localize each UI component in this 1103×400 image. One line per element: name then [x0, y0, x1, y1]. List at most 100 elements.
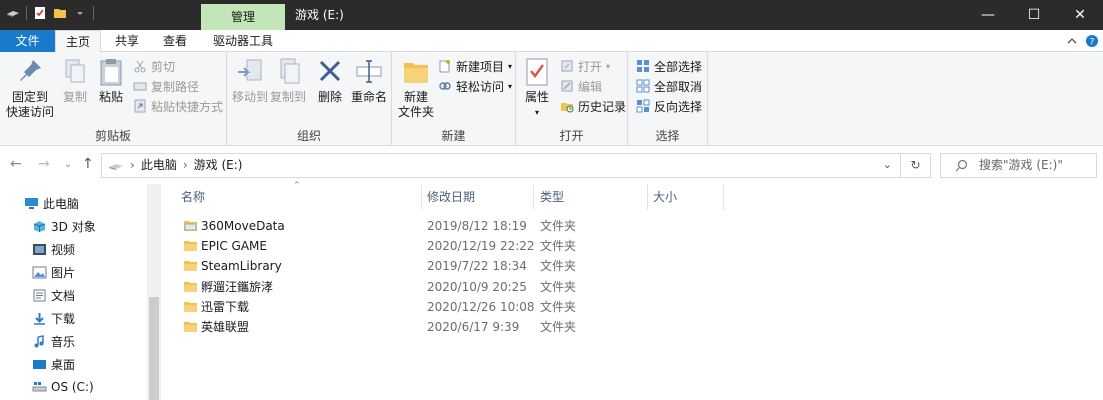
copy-path-button[interactable]: 复制路径 — [133, 76, 199, 96]
properties-icon[interactable] — [33, 6, 47, 20]
copy-icon — [65, 59, 85, 83]
nav-item-documents[interactable]: 文档 — [32, 284, 75, 306]
easy-access-icon — [439, 82, 451, 90]
scrollbar-thumb[interactable] — [149, 297, 159, 400]
tab-file[interactable]: 文件 — [0, 30, 55, 52]
table-row[interactable]: 360MoveData 2019/8/12 18:19 文件夹 — [161, 216, 1103, 236]
file-name: 英雄联盟 — [201, 320, 250, 334]
navigation-pane: 此电脑 3D 对象 视频 图片 文档 下载 音乐 桌面 OS (C:) — [0, 184, 161, 400]
nav-item-music[interactable]: 音乐 — [32, 330, 75, 352]
open-group-label: 打开 — [559, 129, 584, 143]
column-header-date[interactable]: 修改日期 — [427, 188, 475, 210]
column-divider[interactable] — [533, 184, 534, 210]
file-date: 2020/12/19 22:22 — [427, 239, 535, 253]
pin-label-2: 快速访问 — [6, 105, 55, 119]
breadcrumb-drive[interactable]: 游戏 (E:) — [194, 154, 243, 177]
edit-icon — [561, 80, 573, 92]
nav-pane-scrollbar[interactable] — [147, 184, 161, 400]
nav-item-os-c[interactable]: OS (C:) — [32, 376, 94, 398]
tab-drive-tools[interactable]: 驱动器工具 — [203, 30, 283, 52]
paste-shortcut-button[interactable]: 粘贴快捷方式 — [133, 96, 223, 116]
address-bar[interactable]: › 此电脑 › 游戏 (E:) ⌄ — [101, 153, 901, 178]
column-header-type[interactable]: 类型 — [540, 188, 564, 210]
help-icon[interactable]: ? — [1085, 34, 1099, 48]
maximize-button[interactable]: ☐ — [1011, 0, 1057, 30]
edit-button[interactable]: 编辑 — [560, 76, 602, 96]
move-to-button[interactable]: 移动到 — [231, 56, 269, 105]
folder-icon — [184, 261, 197, 271]
file-date: 2020/10/9 20:25 — [427, 280, 527, 294]
column-header-size[interactable]: 大小 — [653, 188, 677, 210]
nav-item-pictures[interactable]: 图片 — [32, 261, 75, 283]
new-item-button[interactable]: 新建项目 ▾ — [438, 56, 512, 76]
table-row[interactable]: EPIC GAME 2020/12/19 22:22 文件夹 — [161, 236, 1103, 256]
context-tab-manage[interactable]: 管理 — [201, 4, 285, 30]
nav-item-downloads[interactable]: 下载 — [32, 307, 75, 329]
paste-button[interactable]: 粘贴 — [94, 56, 128, 105]
select-all-button[interactable]: 全部选择 — [636, 56, 702, 76]
nav-item-label: OS (C:) — [51, 380, 94, 394]
file-type: 文件夹 — [540, 300, 577, 314]
address-history-chevron-icon[interactable]: ⌄ — [883, 158, 892, 171]
customize-qat-icon[interactable] — [73, 6, 87, 20]
column-header-name[interactable]: 名称 — [181, 188, 205, 210]
table-row[interactable]: 迅雷下载 2020/12/26 10:08 文件夹 — [161, 297, 1103, 317]
column-divider[interactable] — [723, 184, 724, 210]
column-divider[interactable] — [647, 184, 648, 210]
nav-item-3d-objects[interactable]: 3D 对象 — [32, 215, 96, 237]
folder-icon — [184, 322, 197, 332]
download-icon — [34, 312, 45, 325]
file-date: 2019/7/22 18:34 — [427, 259, 527, 273]
search-box[interactable]: 搜索"游戏 (E:)" — [940, 153, 1097, 178]
window-title: 游戏 (E:) — [295, 8, 344, 22]
tab-view[interactable]: 查看 — [152, 30, 198, 52]
copy-to-button[interactable]: 复制到 — [269, 56, 307, 105]
file-type: 文件夹 — [540, 219, 577, 233]
up-arrow-icon[interactable]: ↑ — [82, 156, 94, 172]
table-row[interactable]: 英雄联盟 2020/6/17 9:39 文件夹 — [161, 317, 1103, 337]
pin-quick-access-button[interactable]: 固定到 快速访问 — [6, 56, 54, 120]
move-to-icon — [238, 59, 262, 81]
document-icon — [33, 289, 46, 301]
forward-arrow-icon[interactable]: → — [38, 156, 50, 172]
rename-button[interactable]: 重命名 — [349, 56, 389, 105]
file-name: 孵遛汪鑴旂涍 — [201, 280, 274, 294]
paste-label: 粘贴 — [98, 90, 123, 104]
music-icon — [34, 334, 44, 347]
invert-selection-button[interactable]: 反向选择 — [636, 96, 702, 116]
properties-button[interactable]: 属性 ▾ — [520, 56, 554, 120]
collapse-ribbon-icon[interactable] — [1066, 36, 1078, 46]
open-button[interactable]: 打开 ▾ — [560, 56, 610, 76]
easy-access-button[interactable]: 轻松访问 ▾ — [438, 76, 512, 96]
breadcrumb-separator-icon: › — [182, 158, 188, 172]
nav-item-desktop[interactable]: 桌面 — [32, 353, 75, 375]
minimize-button[interactable]: — — [965, 0, 1011, 30]
delete-button[interactable]: 删除 — [313, 56, 347, 105]
pin-label: 固定到 — [11, 90, 48, 104]
close-button[interactable]: ✕ — [1057, 0, 1103, 30]
nav-item-this-pc[interactable]: 此电脑 — [24, 192, 79, 214]
new-folder-button[interactable]: 新建 文件夹 — [396, 56, 436, 120]
new-folder-icon[interactable] — [53, 6, 67, 20]
column-divider[interactable] — [421, 184, 422, 210]
new-item-icon — [439, 60, 450, 73]
file-type: 文件夹 — [540, 259, 577, 273]
cut-button[interactable]: 剪切 — [133, 56, 175, 76]
desktop-icon — [33, 359, 46, 369]
recent-locations-chevron-icon[interactable]: ⌄ — [64, 159, 72, 170]
select-none-button[interactable]: 全部取消 — [636, 76, 702, 96]
history-button[interactable]: 历史记录 — [560, 96, 626, 116]
nav-item-videos[interactable]: 视频 — [32, 238, 75, 260]
copy-button[interactable]: 复制 — [58, 56, 92, 105]
edit-label: 编辑 — [578, 79, 603, 94]
back-arrow-icon[interactable]: ← — [10, 156, 22, 172]
tab-home[interactable]: 主页 — [55, 30, 101, 53]
tab-share[interactable]: 共享 — [104, 30, 150, 52]
refresh-button[interactable]: ↻ — [901, 153, 931, 178]
breadcrumb-this-pc[interactable]: 此电脑 — [141, 154, 177, 177]
svg-text:?: ? — [1090, 38, 1095, 48]
special-folder-icon — [184, 221, 197, 231]
table-row[interactable]: SteamLibrary 2019/7/22 18:34 文件夹 — [161, 256, 1103, 276]
invert-selection-icon — [636, 99, 650, 113]
table-row[interactable]: 孵遛汪鑴旂涍 2020/10/9 20:25 文件夹 — [161, 277, 1103, 297]
